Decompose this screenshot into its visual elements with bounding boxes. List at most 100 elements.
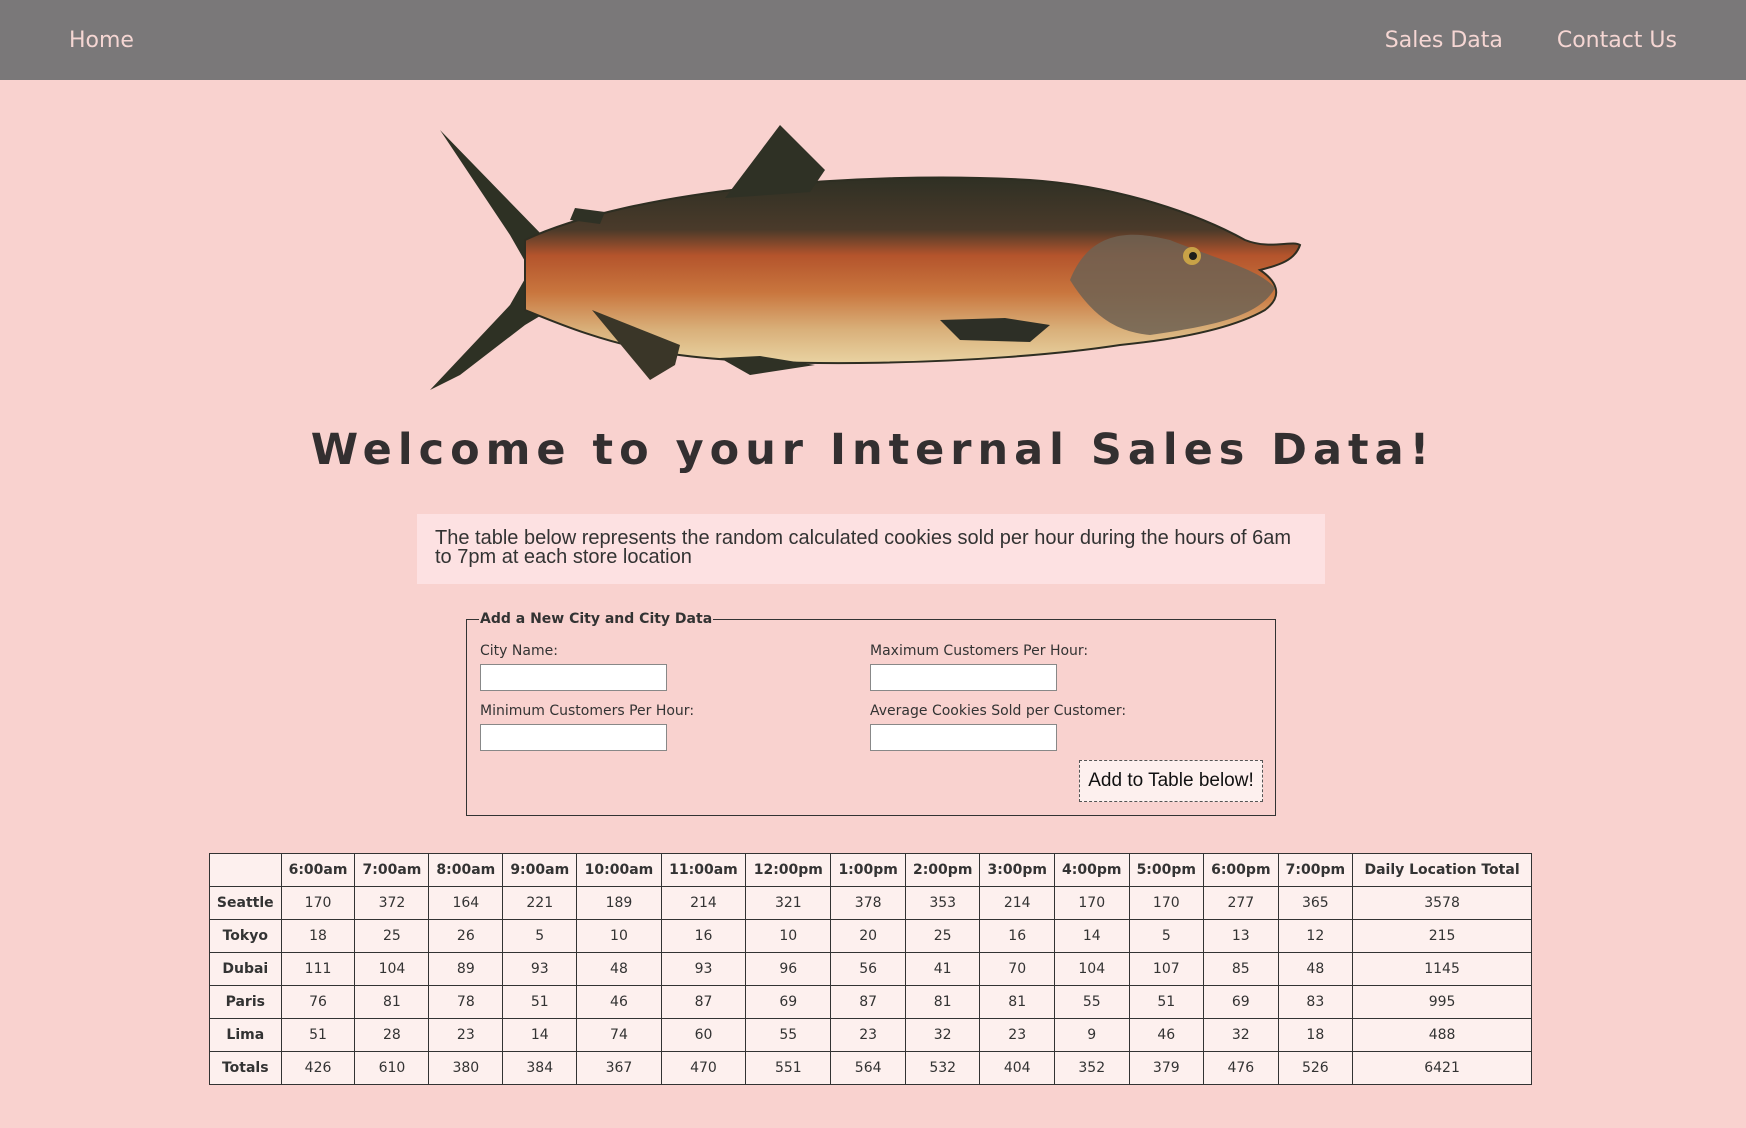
table-cell: 12 (1277, 919, 1354, 953)
table-header-cell: 5:00pm (1128, 853, 1205, 887)
table-cell: 18 (1277, 1018, 1354, 1052)
table-cell: 5 (502, 919, 578, 953)
row-city-label: Dubai (209, 952, 282, 986)
avg-cookies-label: Average Cookies Sold per Customer: (870, 703, 1127, 719)
table-cell: 81 (979, 985, 1055, 1019)
row-city-label: Lima (209, 1018, 282, 1052)
table-cell: 48 (1277, 952, 1354, 986)
nav-sales-data-link[interactable]: Sales Data (1385, 28, 1503, 53)
table-cell: 32 (904, 1018, 981, 1052)
avg-cookies-input[interactable] (870, 724, 1057, 751)
table-cell: 164 (428, 886, 504, 920)
add-to-table-button[interactable]: Add to Table below! (1079, 760, 1263, 802)
table-cell: 89 (428, 952, 504, 986)
table-cell: 14 (1053, 919, 1130, 953)
table-cell: 107 (1128, 952, 1205, 986)
totals-label: Totals (209, 1051, 282, 1085)
table-cell: 96 (745, 952, 832, 986)
intro-description: The table below represents the random ca… (417, 514, 1325, 584)
table-cell: 20 (830, 919, 906, 953)
table-header-cell: 1:00pm (830, 853, 906, 887)
table-cell: 14 (502, 1018, 578, 1052)
table-cell: 46 (1128, 1018, 1205, 1052)
table-cell: 1145 (1352, 952, 1532, 986)
table-cell: 3578 (1352, 886, 1532, 920)
table-cell: 78 (428, 985, 504, 1019)
table-cell: 48 (576, 952, 662, 986)
table-cell: 74 (576, 1018, 662, 1052)
table-cell: 189 (576, 886, 662, 920)
table-cell: 81 (904, 985, 981, 1019)
table-cell: 488 (1352, 1018, 1532, 1052)
row-city-label: Paris (209, 985, 282, 1019)
table-cell: 5 (1128, 919, 1205, 953)
table-cell: 69 (1203, 985, 1279, 1019)
table-cell: 277 (1203, 886, 1279, 920)
min-customers-field-group: Minimum Customers Per Hour: (480, 703, 694, 751)
totals-cell: 426 (280, 1051, 356, 1085)
table-header-cell: 4:00pm (1053, 853, 1130, 887)
table-cell: 10 (576, 919, 662, 953)
table-cell: 16 (979, 919, 1055, 953)
table-header-cell: 11:00am (660, 853, 747, 887)
table-cell: 81 (354, 985, 430, 1019)
table-cell: 13 (1203, 919, 1279, 953)
table-cell: 353 (904, 886, 981, 920)
table-cell: 215 (1352, 919, 1532, 953)
table-cell: 111 (280, 952, 356, 986)
sales-data-table: 6:00am 7:00am 8:00am 9:00am 10:00am 11:0… (209, 853, 1532, 1085)
totals-cell: 470 (660, 1051, 747, 1085)
table-header-cell: 8:00am (428, 853, 504, 887)
table-row: Paris 76 81 78 51 46 87 69 87 81 81 55 51 69 83 995 (209, 985, 1532, 1019)
table-header-cell: 6:00am (280, 853, 356, 887)
table-totals-row: Totals 426 610 380 384 367 470 551 564 5… (209, 1051, 1532, 1085)
totals-cell: 367 (576, 1051, 662, 1085)
page-title: Welcome to your Internal Sales Data! (310, 425, 1436, 475)
table-cell: 23 (979, 1018, 1055, 1052)
table-cell: 9 (1053, 1018, 1130, 1052)
table-header-cell: 12:00pm (745, 853, 832, 887)
table-cell: 170 (1128, 886, 1205, 920)
city-name-field-group: City Name: (480, 643, 667, 691)
totals-cell: 476 (1203, 1051, 1279, 1085)
table-cell: 170 (280, 886, 356, 920)
top-nav-bar: Home Sales Data Contact Us (0, 0, 1746, 80)
table-cell: 221 (502, 886, 578, 920)
nav-home-link[interactable]: Home (69, 28, 134, 53)
table-header-cell: 7:00am (354, 853, 430, 887)
table-cell: 214 (660, 886, 747, 920)
table-cell: 28 (354, 1018, 430, 1052)
table-cell: 26 (428, 919, 504, 953)
table-cell: 104 (1053, 952, 1130, 986)
nav-contact-us-link[interactable]: Contact Us (1557, 28, 1677, 53)
table-header-cell: 9:00am (502, 853, 578, 887)
table-cell: 995 (1352, 985, 1532, 1019)
totals-cell: 532 (904, 1051, 981, 1085)
totals-cell: 352 (1053, 1051, 1130, 1085)
row-city-label: Tokyo (209, 919, 282, 953)
table-cell: 214 (979, 886, 1055, 920)
max-customers-input[interactable] (870, 664, 1057, 691)
max-customers-label: Maximum Customers Per Hour: (870, 643, 1089, 659)
city-name-input[interactable] (480, 664, 667, 691)
min-customers-input[interactable] (480, 724, 667, 751)
table-cell: 32 (1203, 1018, 1279, 1052)
table-row: Tokyo 18 25 26 5 10 16 10 20 25 16 14 5 13 12 215 (209, 919, 1532, 953)
table-cell: 51 (502, 985, 578, 1019)
table-header-row: 6:00am 7:00am 8:00am 9:00am 10:00am 11:0… (209, 853, 1532, 887)
table-cell: 51 (1128, 985, 1205, 1019)
table-cell: 18 (280, 919, 356, 953)
table-cell: 321 (745, 886, 832, 920)
table-row: Dubai 111 104 89 93 48 93 96 56 41 70 104 107 85 48 114… (209, 952, 1532, 986)
table-cell: 170 (1053, 886, 1130, 920)
add-city-form: Add a New City and City Data City Name: … (466, 611, 1276, 816)
totals-cell: 404 (979, 1051, 1055, 1085)
table-header-cell: Daily Location Total (1352, 853, 1532, 887)
salmon-hero-image (430, 125, 1302, 390)
table-cell: 10 (745, 919, 832, 953)
table-cell: 60 (660, 1018, 747, 1052)
totals-cell: 564 (830, 1051, 906, 1085)
totals-cell: 6421 (1352, 1051, 1532, 1085)
totals-cell: 384 (502, 1051, 578, 1085)
city-name-label: City Name: (480, 643, 558, 659)
